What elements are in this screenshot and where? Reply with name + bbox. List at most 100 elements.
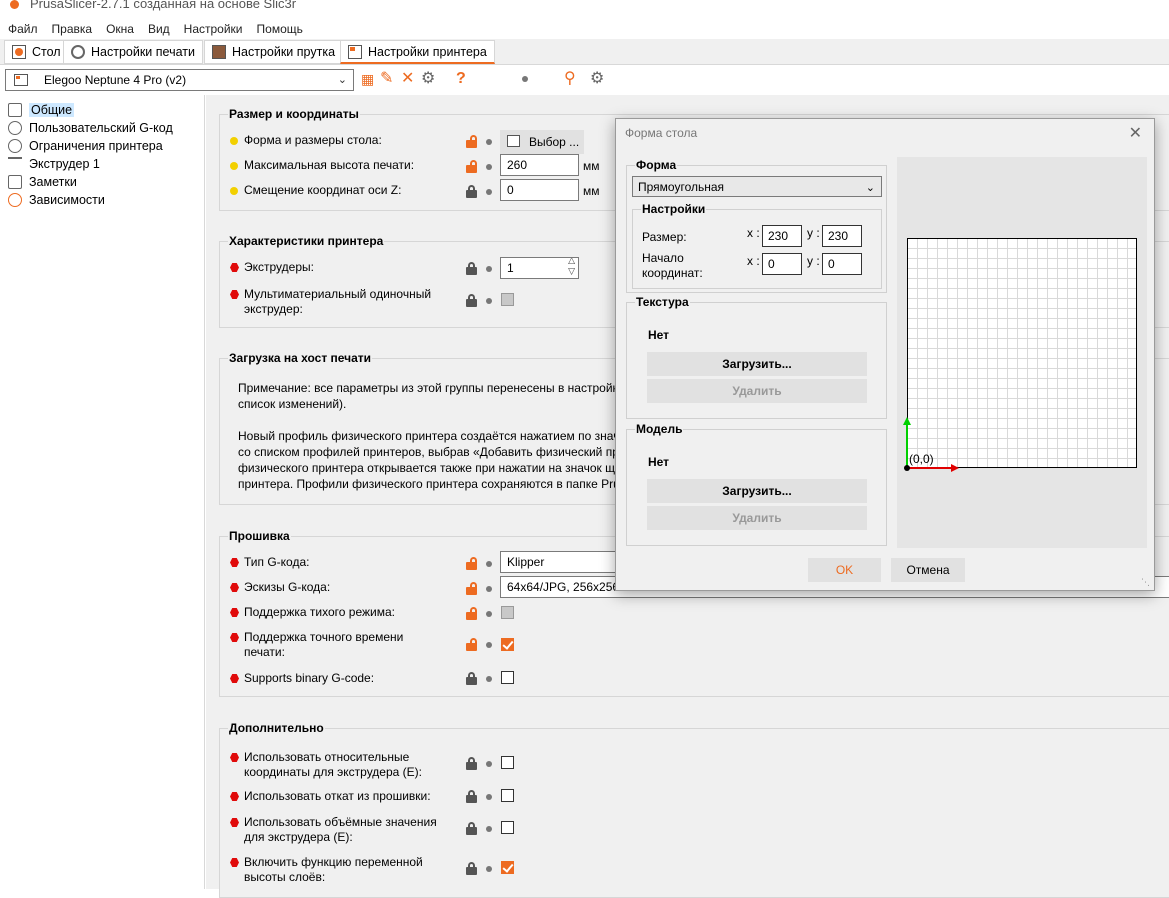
unit-label: мм	[583, 184, 600, 198]
thumbnails-label: Эскизы G-кода:	[230, 580, 330, 595]
lock-icon[interactable]	[466, 185, 477, 198]
lock-open-icon[interactable]	[466, 638, 477, 651]
tree-item-dependencies[interactable]: Зависимости	[8, 191, 105, 209]
dot-icon	[486, 266, 492, 272]
cog-icon	[8, 121, 22, 135]
search-icon[interactable]: ⚲	[564, 70, 576, 88]
relative-e-checkbox[interactable]	[501, 756, 514, 769]
expert-mode-icon	[230, 792, 239, 801]
origin-y-input[interactable]: 0	[822, 253, 862, 275]
tab-filament-settings[interactable]: Настройки прутка	[204, 40, 344, 64]
model-remove-button[interactable]: Удалить	[647, 506, 867, 530]
model-load-button[interactable]: Загрузить...	[647, 479, 867, 503]
menu-settings[interactable]: Настройки	[184, 19, 243, 39]
tree-item-general[interactable]: Общие	[8, 101, 75, 119]
ok-button[interactable]: OK	[808, 558, 881, 582]
menu-file[interactable]: Файл	[8, 19, 38, 39]
extruders-spin-input[interactable]: 1 △ ▽	[500, 257, 579, 279]
menu-edit[interactable]: Правка	[52, 19, 93, 39]
origin-coordinate-label: (0,0)	[909, 452, 934, 466]
tab-printer-settings[interactable]: Настройки принтера	[340, 40, 495, 64]
help-icon[interactable]: ?	[456, 70, 466, 88]
variable-layer-height-checkbox[interactable]	[501, 861, 514, 874]
menu-help[interactable]: Помощь	[257, 19, 303, 39]
delete-icon[interactable]: ✕	[401, 70, 414, 88]
rename-icon[interactable]: ✎	[380, 70, 393, 88]
group-title: Прошивка	[228, 529, 291, 543]
tree-item-machine-limits[interactable]: Ограничения принтера	[8, 137, 163, 155]
expert-mode-icon	[230, 633, 239, 642]
origin-x-input[interactable]: 0	[762, 253, 802, 275]
z-offset-input[interactable]: 0	[500, 179, 579, 201]
menu-view[interactable]: Вид	[148, 19, 170, 39]
firmware-retract-checkbox[interactable]	[501, 789, 514, 802]
size-x-input[interactable]: 230	[762, 225, 802, 247]
tab-print-settings[interactable]: Настройки печати	[63, 40, 203, 64]
volumetric-e-checkbox[interactable]	[501, 821, 514, 834]
silent-mode-checkbox[interactable]	[501, 606, 514, 619]
relative-e-label: Использовать относительные координаты для…	[230, 750, 422, 780]
host-note-line: Примечание: все параметры из этой группы…	[238, 381, 618, 395]
plater-icon	[12, 45, 26, 59]
cancel-button[interactable]: Отмена	[891, 558, 965, 582]
lock-open-icon[interactable]	[466, 160, 477, 173]
texture-load-button[interactable]: Загрузить...	[647, 352, 867, 376]
physical-printer-icon[interactable]: ⚙	[421, 70, 435, 88]
model-title: Модель	[635, 422, 684, 436]
max-height-label: Максимальная высота печати:	[230, 158, 414, 173]
texture-remove-button[interactable]: Удалить	[647, 379, 867, 403]
lock-icon[interactable]	[466, 790, 477, 803]
tab-plater[interactable]: Стол	[4, 40, 69, 64]
dot-icon	[486, 298, 492, 304]
dot-icon	[486, 611, 492, 617]
lock-open-icon[interactable]	[466, 557, 477, 570]
lock-icon[interactable]	[466, 822, 477, 835]
binary-gcode-label: Supports binary G-code:	[230, 671, 374, 686]
lock-open-icon[interactable]	[466, 607, 477, 620]
spin-arrows-icon[interactable]: △ ▽	[568, 258, 575, 277]
time-estimate-checkbox[interactable]	[501, 638, 514, 651]
compare-icon[interactable]: ⚙	[590, 70, 604, 88]
texture-title: Текстура	[635, 295, 690, 309]
tree-item-label: Ограничения принтера	[29, 139, 163, 153]
bed-shape-button[interactable]: Выбор ...	[500, 130, 584, 154]
cog-icon	[71, 45, 85, 59]
tree-item-extruder[interactable]: Экструдер 1	[8, 155, 100, 173]
dot-icon	[486, 561, 492, 567]
printer-icon	[348, 44, 362, 59]
tab-filament-settings-label: Настройки прутка	[232, 45, 336, 59]
expert-mode-icon	[230, 858, 239, 867]
lock-open-icon[interactable]	[466, 582, 477, 595]
binary-gcode-checkbox[interactable]	[501, 671, 514, 684]
lock-icon[interactable]	[466, 294, 477, 307]
tree-item-notes[interactable]: Заметки	[8, 173, 77, 191]
close-icon[interactable]: ✕	[1129, 123, 1142, 143]
lock-icon[interactable]	[466, 862, 477, 875]
gcode-flavor-select[interactable]: Klipper	[500, 551, 620, 573]
resize-grip-icon[interactable]: ⋱	[1141, 577, 1150, 588]
shape-select[interactable]: Прямоугольная ⌄	[632, 176, 882, 197]
chevron-down-icon: ⌄	[865, 182, 875, 194]
variable-layer-height-label: Включить функцию переменной высоты слоёв:	[230, 855, 423, 885]
lock-icon[interactable]	[466, 757, 477, 770]
extruders-label: Экструдеры:	[230, 260, 314, 275]
tree-item-custom-gcode[interactable]: Пользовательский G-код	[8, 119, 173, 137]
lock-open-icon[interactable]	[466, 135, 477, 148]
gcode-flavor-label: Тип G-кода:	[230, 555, 309, 570]
max-height-input[interactable]: 260	[500, 154, 579, 176]
shape-box: Форма Прямоугольная ⌄ Настройки Размер: x…	[626, 158, 887, 293]
size-y-input[interactable]: 230	[822, 225, 862, 247]
host-note-line: физического принтера открывается также п…	[238, 461, 616, 475]
title-bar: PrusaSlicer-2.7.1 созданная на основе Sl…	[0, 0, 1169, 18]
mmu-checkbox[interactable]	[501, 293, 514, 306]
lock-icon[interactable]	[466, 262, 477, 275]
lock-icon[interactable]	[466, 672, 477, 685]
mmu-label: Мультиматериальный одиночный экструдер:	[230, 287, 431, 317]
printer-preset-select[interactable]: Elegoo Neptune 4 Pro (v2) ⌄	[5, 69, 354, 91]
origin-x-label: x :	[747, 254, 760, 268]
bed-preview: (0,0)	[897, 157, 1147, 548]
tree-item-label: Заметки	[29, 175, 77, 189]
expert-mode-icon	[230, 608, 239, 617]
menu-window[interactable]: Окна	[106, 19, 134, 39]
save-icon[interactable]: ▦	[361, 70, 374, 88]
